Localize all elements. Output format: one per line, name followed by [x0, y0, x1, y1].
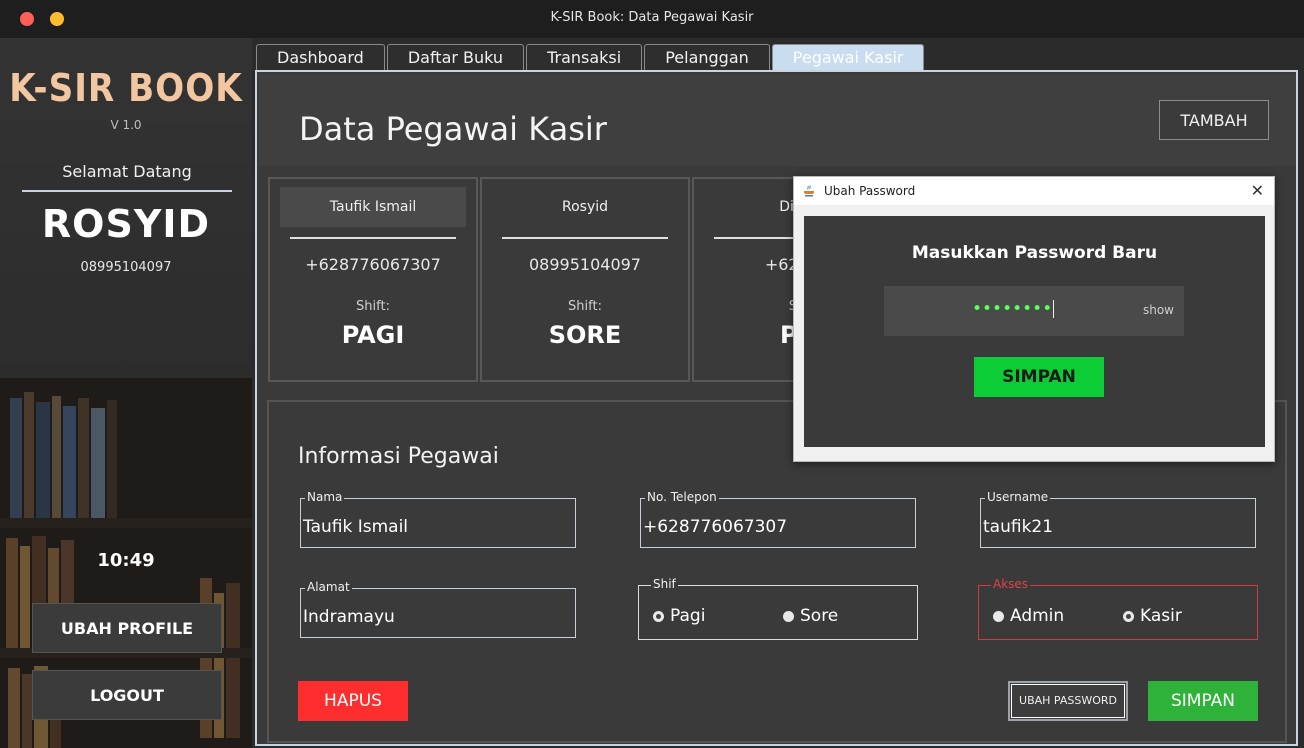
access-radio-group: Akses Admin Kasir — [978, 577, 1258, 640]
dialog-heading: Masukkan Password Baru — [911, 243, 1158, 263]
show-password-toggle[interactable]: show — [1143, 303, 1174, 317]
logout-button[interactable]: LOGOUT — [32, 670, 222, 720]
change-password-dialog: Ubah Password ✕ Masukkan Password Baru •… — [793, 176, 1275, 462]
tab-dashboard[interactable]: Dashboard — [256, 44, 385, 70]
delete-button[interactable]: HAPUS — [298, 681, 408, 721]
access-radio-admin[interactable]: Admin — [993, 606, 1064, 626]
address-field[interactable]: Alamat Indramayu — [300, 580, 576, 638]
access-option-label: Kasir — [1140, 606, 1182, 626]
welcome-text: Selamat Datang — [22, 162, 232, 192]
page-header: Data Pegawai Kasir TAMBAH — [259, 74, 1296, 166]
username-field-value[interactable]: taufik21 — [983, 517, 1053, 537]
access-option-label: Admin — [1010, 606, 1065, 626]
access-group-label: Akses — [991, 577, 1031, 591]
save-button[interactable]: SIMPAN — [1148, 681, 1258, 721]
divider — [290, 237, 456, 239]
tab-daftar-buku[interactable]: Daftar Buku — [386, 44, 525, 70]
employee-card-shift: SORE — [548, 321, 622, 349]
info-title: Informasi Pegawai — [298, 444, 499, 469]
employee-card-phone: 08995104097 — [529, 255, 641, 274]
text-caret — [1053, 300, 1055, 318]
phone-field-label: No. Telepon — [645, 490, 719, 504]
phone-field-value[interactable]: +628776067307 — [643, 517, 787, 537]
app-version: V 1.0 — [110, 118, 142, 132]
name-field-label: Nama — [305, 490, 345, 504]
radio-selected-icon[interactable] — [1123, 610, 1134, 622]
radio-unselected-icon[interactable] — [993, 610, 1004, 622]
window-titlebar: K-SIR Book: Data Pegawai Kasir — [0, 0, 1304, 38]
employee-card-name: Taufik Ismail — [280, 187, 466, 227]
current-user-phone: 08995104097 — [80, 260, 172, 275]
shift-group-label: Shif — [651, 577, 678, 591]
password-value[interactable]: •••••••• — [972, 299, 1055, 319]
page-title: Data Pegawai Kasir — [299, 110, 607, 148]
employee-card-shift-label: Shift: — [568, 299, 602, 314]
shift-radio-pagi[interactable]: Pagi — [653, 606, 705, 626]
divider — [502, 237, 668, 239]
shift-option-label: Sore — [800, 606, 839, 626]
close-icon[interactable]: ✕ — [1251, 181, 1264, 200]
employee-card-shift: PAGI — [341, 321, 405, 349]
username-field[interactable]: Username taufik21 — [980, 490, 1256, 548]
employee-card[interactable]: Rosyid 08995104097 Shift: SORE — [480, 177, 690, 382]
access-radio-kasir[interactable]: Kasir — [1123, 606, 1182, 626]
tab-pelanggan[interactable]: Pelanggan — [644, 44, 770, 70]
java-icon — [804, 185, 814, 197]
address-field-value[interactable]: Indramayu — [303, 607, 395, 627]
phone-field[interactable]: No. Telepon +628776067307 — [640, 490, 916, 548]
employee-card[interactable]: Taufik Ismail +628776067307 Shift: PAGI — [268, 177, 478, 382]
shift-option-label: Pagi — [670, 606, 706, 626]
clock: 10:49 — [97, 550, 155, 571]
change-password-button[interactable]: UBAH PASSWORD — [1008, 681, 1128, 721]
main-tabs: Dashboard Daftar Buku Transaksi Pelangga… — [256, 44, 926, 70]
window-title: K-SIR Book: Data Pegawai Kasir — [550, 10, 754, 25]
address-field-label: Alamat — [305, 580, 352, 594]
tab-pegawai-kasir[interactable]: Pegawai Kasir — [771, 44, 925, 70]
app-logo: K-SIR BOOK — [9, 66, 243, 110]
shift-radio-sore[interactable]: Sore — [783, 606, 838, 626]
name-field-value[interactable]: Taufik Ismail — [303, 517, 408, 537]
username-field-label: Username — [985, 490, 1051, 504]
employee-card-phone: +628776067307 — [305, 255, 441, 274]
employee-card-name: Rosyid — [561, 199, 609, 215]
tab-transaksi[interactable]: Transaksi — [526, 44, 643, 70]
radio-selected-icon[interactable] — [653, 610, 664, 622]
current-user-name: ROSYID — [41, 202, 211, 246]
radio-unselected-icon[interactable] — [783, 610, 794, 622]
name-field[interactable]: Nama Taufik Ismail — [300, 490, 576, 548]
dialog-title: Ubah Password — [824, 184, 916, 198]
edit-profile-button[interactable]: UBAH PROFILE — [32, 603, 222, 653]
dialog-titlebar: Ubah Password ✕ — [794, 177, 1274, 205]
dialog-body: Masukkan Password Baru •••••••• show SIM… — [804, 216, 1265, 447]
new-password-input[interactable]: •••••••• show — [884, 286, 1184, 336]
employee-card-shift-label: Shift: — [356, 299, 390, 314]
add-employee-button[interactable]: TAMBAH — [1159, 100, 1269, 140]
dialog-save-button[interactable]: SIMPAN — [974, 357, 1104, 397]
shift-radio-group: Shif Pagi Sore — [638, 577, 918, 640]
sidebar: K-SIR BOOK V 1.0 Selamat Datang ROSYID 0… — [0, 38, 252, 748]
password-mask: •••••••• — [972, 299, 1053, 319]
